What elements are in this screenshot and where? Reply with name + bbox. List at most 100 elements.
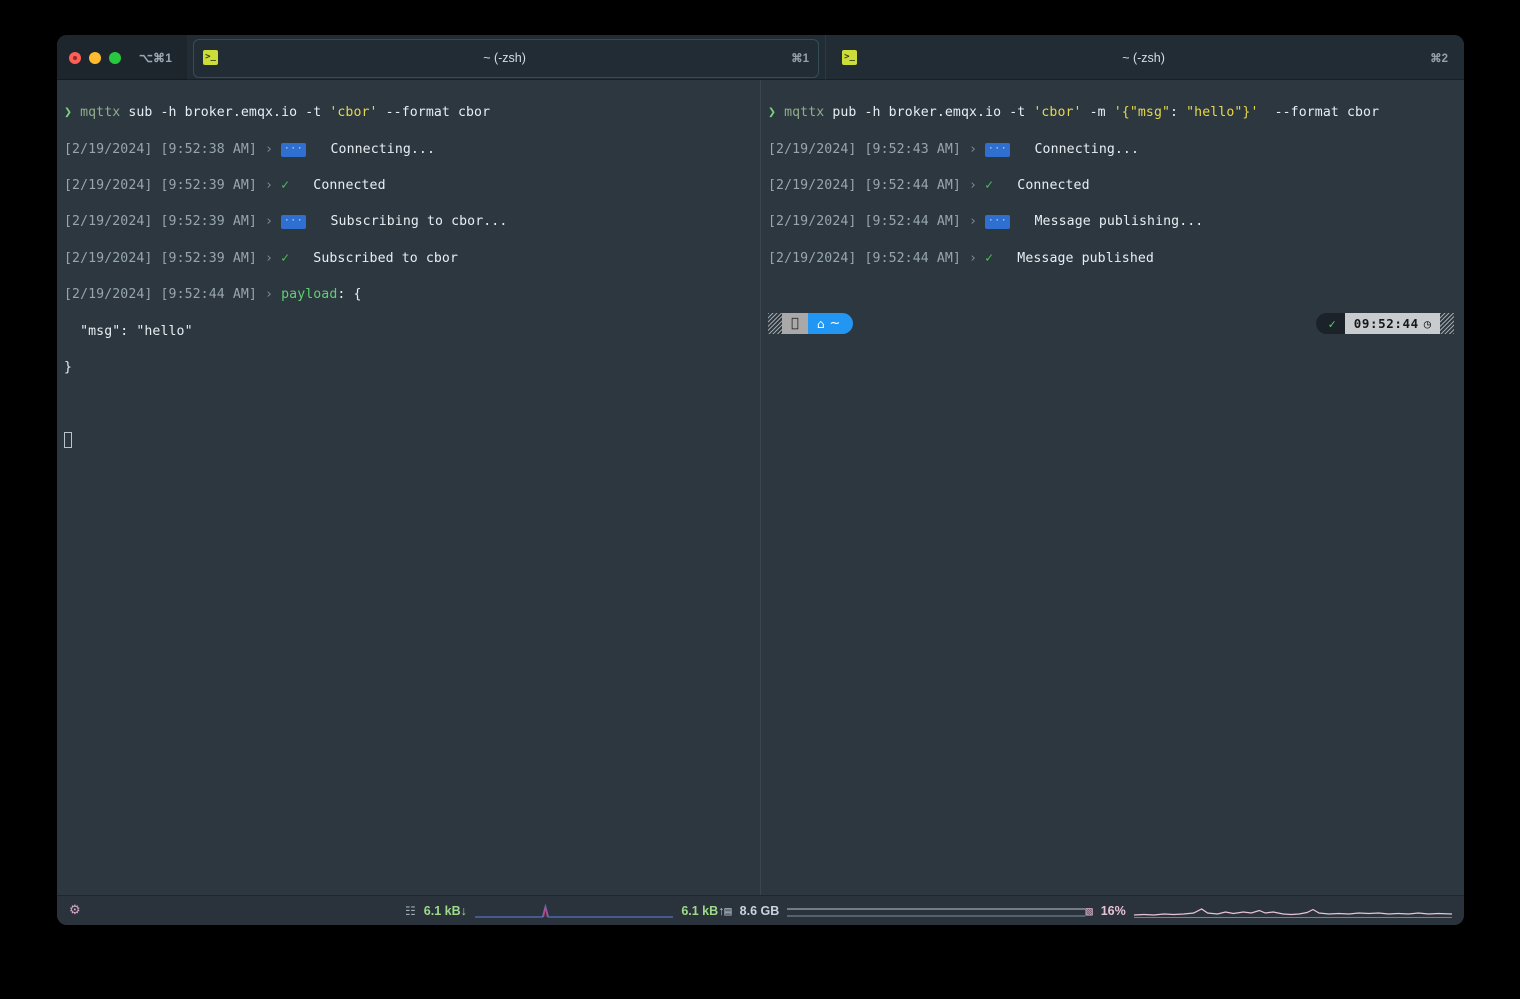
memory-sparkline <box>787 903 1085 919</box>
log-arrow: › <box>265 251 273 266</box>
status-network-section[interactable]: ☷ 6.1 kB↓ 6.1 kB↑ <box>405 903 724 919</box>
log-arrow: › <box>265 287 273 302</box>
log-date: [2/19/2024] <box>64 251 152 266</box>
log-text: Connected <box>313 178 385 193</box>
close-button[interactable] <box>69 52 81 64</box>
pending-icon: ··· <box>281 143 306 157</box>
pane-container: ❯ mqttx sub -h broker.emqx.io -t 'cbor' … <box>57 80 1464 895</box>
command-program: mqttx <box>80 105 120 120</box>
pane-right[interactable]: ❯ mqttx pub -h broker.emqx.io -t 'cbor' … <box>760 80 1464 895</box>
log-line: [2/19/2024] [9:52:39 AM] › ✓ Connected <box>64 177 752 195</box>
log-time: [9:52:44 AM] <box>864 178 960 193</box>
command-topic: 'cbor' <box>1033 105 1081 120</box>
command-args-b: -m <box>1082 105 1114 120</box>
minimize-button[interactable] <box>89 52 101 64</box>
check-icon: ✓ <box>985 178 993 193</box>
check-icon: ✓ <box>281 251 289 266</box>
window-shortcut-label: ⌥⌘1 <box>139 51 172 65</box>
git-branch-icon: ⚙ <box>69 903 81 918</box>
command-msg-open: '{ <box>1114 105 1130 120</box>
status-git-section[interactable]: ⚙ <box>69 903 405 918</box>
log-arrow: › <box>969 178 977 193</box>
apple-icon:  <box>791 317 799 330</box>
terminal-window: ⌥⌘1 >_ ~ (-zsh) ⌘1 >_ ~ (-zsh) ⌘2 ❯ mqtt… <box>57 35 1464 925</box>
log-arrow: › <box>265 142 273 157</box>
status-memory-section[interactable]: ▤ 8.6 GB <box>724 903 1085 919</box>
path-segment: ⌂ ~ <box>808 313 854 334</box>
memory-icon: ▤ <box>724 905 731 917</box>
log-text: Connecting... <box>1035 142 1140 157</box>
check-icon: ✓ <box>1329 318 1336 330</box>
tab-right[interactable]: >_ ~ (-zsh) ⌘2 <box>825 35 1464 80</box>
network-icon: ☷ <box>405 905 416 917</box>
log-date: [2/19/2024] <box>64 214 152 229</box>
tab-bar: ⌥⌘1 >_ ~ (-zsh) ⌘1 >_ ~ (-zsh) ⌘2 <box>57 35 1464 80</box>
network-download-value: 6.1 kB↓ <box>424 904 467 918</box>
terminal-icon: >_ <box>203 50 218 65</box>
log-date: [2/19/2024] <box>768 142 856 157</box>
clock-icon: ◷ <box>1424 318 1431 330</box>
log-time: [9:52:39 AM] <box>160 178 256 193</box>
command-args-b: --format cbor <box>378 105 491 120</box>
log-line: [2/19/2024] [9:52:44 AM] › ··· Message p… <box>768 213 1456 231</box>
command-args-a: pub -h broker.emqx.io -t <box>824 105 1033 120</box>
network-sparkline <box>475 903 673 919</box>
home-icon: ⌂ <box>817 318 825 330</box>
prompt-symbol: ❯ <box>64 105 72 120</box>
log-line: [2/19/2024] [9:52:39 AM] › ✓ Subscribed … <box>64 250 752 268</box>
cpu-icon: ▧ <box>1086 905 1093 917</box>
os-segment:  <box>782 313 808 334</box>
payload-body: "msg": "hello" <box>64 323 752 341</box>
terminal-output-left: ❯ mqttx sub -h broker.emqx.io -t 'cbor' … <box>64 86 752 487</box>
command-topic: 'cbor' <box>329 105 377 120</box>
tab-left[interactable]: >_ ~ (-zsh) ⌘1 <box>187 35 825 80</box>
command-msg-colon: : <box>1170 105 1186 120</box>
log-time: [9:52:39 AM] <box>160 251 256 266</box>
log-arrow: › <box>969 142 977 157</box>
command-msg-value: "hello" <box>1186 105 1242 120</box>
log-text: Connecting... <box>331 142 436 157</box>
status-segment: ✓ <box>1316 313 1345 334</box>
log-time: [9:52:44 AM] <box>864 214 960 229</box>
terminal-icon: >_ <box>842 50 857 65</box>
log-text: Subscribing to cbor... <box>331 214 508 229</box>
log-time: [9:52:43 AM] <box>864 142 960 157</box>
powerline-prompt-row:  ⌂ ~ ✓ 09:52:44 ◷ <box>768 313 1456 334</box>
log-date: [2/19/2024] <box>768 214 856 229</box>
log-date: [2/19/2024] <box>768 178 856 193</box>
status-bar: ⚙ ☷ 6.1 kB↓ 6.1 kB↑ ▤ 8.6 GB <box>57 895 1464 925</box>
log-text: Message published <box>1017 251 1154 266</box>
tab-left-shortcut: ⌘1 <box>791 51 809 65</box>
command-msg-key: "msg" <box>1130 105 1170 120</box>
pane-left[interactable]: ❯ mqttx sub -h broker.emqx.io -t 'cbor' … <box>57 80 760 895</box>
command-msg-close: }' <box>1242 105 1258 120</box>
log-line: [2/19/2024] [9:52:43 AM] › ··· Connectin… <box>768 141 1456 159</box>
desktop-background: ⌥⌘1 >_ ~ (-zsh) ⌘1 >_ ~ (-zsh) ⌘2 ❯ mqtt… <box>0 0 1520 999</box>
log-line: [2/19/2024] [9:52:44 AM] › ✓ Connected <box>768 177 1456 195</box>
payload-open-brace: : { <box>337 287 361 302</box>
window-controls: ⌥⌘1 <box>57 35 187 80</box>
log-text: Subscribed to cbor <box>313 251 458 266</box>
hatch-decoration <box>1440 313 1454 334</box>
log-arrow: › <box>265 178 273 193</box>
command-args-a: sub -h broker.emqx.io -t <box>120 105 329 120</box>
status-cpu-section[interactable]: ▧ 16% <box>1086 903 1453 919</box>
terminal-output-right: ❯ mqttx pub -h broker.emqx.io -t 'cbor' … <box>768 86 1456 304</box>
command-line-right: ❯ mqttx pub -h broker.emqx.io -t 'cbor' … <box>768 104 1456 122</box>
command-program: mqttx <box>784 105 824 120</box>
check-icon: ✓ <box>281 178 289 193</box>
log-text: Message publishing... <box>1035 214 1204 229</box>
clock-time: 09:52:44 <box>1354 316 1419 331</box>
text-cursor <box>64 432 72 448</box>
log-time: [9:52:44 AM] <box>864 251 960 266</box>
prompt-symbol: ❯ <box>768 105 776 120</box>
log-line: [2/19/2024] [9:52:38 AM] › ··· Connectin… <box>64 141 752 159</box>
tab-right-title: ~ (-zsh) <box>857 51 1430 65</box>
memory-value: 8.6 GB <box>740 904 780 918</box>
powerline-right-prompt: ✓ 09:52:44 ◷ <box>1316 313 1454 334</box>
log-time: [9:52:38 AM] <box>160 142 256 157</box>
maximize-button[interactable] <box>109 52 121 64</box>
log-text: Connected <box>1017 178 1089 193</box>
log-arrow: › <box>265 214 273 229</box>
payload-label: payload <box>281 287 337 302</box>
